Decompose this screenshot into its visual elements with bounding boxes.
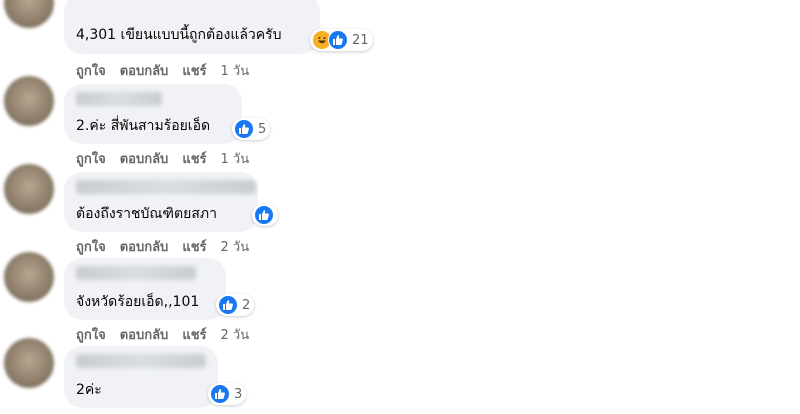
share-link[interactable]: แชร์	[182, 236, 206, 257]
reaction-summary[interactable]	[252, 204, 278, 226]
avatar[interactable]	[4, 164, 54, 214]
comment-actions: ถูกใจ ตอบกลับ แชร์ 2 วัน	[76, 236, 249, 257]
share-link[interactable]: แชร์	[182, 324, 206, 345]
timestamp[interactable]: 1 วัน	[221, 60, 250, 81]
reaction-count: 21	[352, 32, 369, 48]
comment-bubble: จังหวัดร้อยเอ็ด,,101	[64, 258, 226, 320]
avatar[interactable]	[4, 252, 54, 302]
reaction-summary[interactable]: 5	[232, 118, 271, 140]
like-icon	[234, 119, 254, 139]
comment-text: 4,301 เขียนแบบนี้ถูกต้องแล้วครับ	[76, 27, 282, 43]
author-name-blurred	[76, 354, 206, 368]
avatar[interactable]	[4, 338, 54, 388]
reply-link[interactable]: ตอบกลับ	[120, 60, 169, 81]
share-link[interactable]: แชร์	[182, 148, 206, 169]
comment-text: จังหวัดร้อยเอ็ด,,101	[76, 294, 200, 310]
like-icon	[210, 384, 230, 404]
comment-actions: ถูกใจ ตอบกลับ แชร์ 1 วัน	[76, 60, 249, 81]
reaction-summary[interactable]: 21	[310, 29, 373, 51]
comment-bubble: 4,301 เขียนแบบนี้ถูกต้องแล้วครับ	[64, 0, 320, 54]
comment-actions: ถูกใจ ตอบกลับ แชร์ 2 วัน	[76, 324, 249, 345]
like-link[interactable]: ถูกใจ	[76, 60, 106, 81]
like-link[interactable]: ถูกใจ	[76, 148, 106, 169]
like-icon	[328, 30, 348, 50]
comment-text: ต้องถึงราชบัณฑิตยสภา	[76, 206, 217, 222]
reply-link[interactable]: ตอบกลับ	[120, 236, 169, 257]
timestamp[interactable]: 2 วัน	[221, 236, 250, 257]
like-link[interactable]: ถูกใจ	[76, 236, 106, 257]
timestamp[interactable]: 1 วัน	[221, 148, 250, 169]
reply-link[interactable]: ตอบกลับ	[120, 324, 169, 345]
like-icon	[218, 295, 238, 315]
comment-text: 2.ค่ะ สี่พันสามร้อยเอ็ด	[76, 118, 211, 134]
like-link[interactable]: ถูกใจ	[76, 324, 106, 345]
timestamp[interactable]: 2 วัน	[221, 324, 250, 345]
reaction-count: 2	[242, 297, 251, 313]
reply-link[interactable]: ตอบกลับ	[120, 148, 169, 169]
reaction-summary[interactable]: 3	[208, 383, 247, 405]
comment-actions: ถูกใจ ตอบกลับ แชร์ 1 วัน	[76, 148, 249, 169]
comment-text: 2ค่ะ	[76, 382, 102, 398]
author-name-blurred	[76, 180, 256, 194]
avatar[interactable]	[4, 0, 54, 28]
share-link[interactable]: แชร์	[182, 60, 206, 81]
comment-bubble: 2.ค่ะ สี่พันสามร้อยเอ็ด	[64, 84, 242, 144]
reaction-count: 3	[234, 386, 243, 402]
reaction-count: 5	[258, 121, 267, 137]
author-name-blurred	[76, 266, 196, 280]
author-name-blurred	[76, 92, 162, 106]
comment-bubble: 2ค่ะ	[64, 346, 218, 408]
like-icon	[254, 205, 274, 225]
comment-bubble: ต้องถึงราชบัณฑิตยสภา	[64, 172, 258, 232]
reaction-summary[interactable]: 2	[216, 294, 255, 316]
avatar[interactable]	[4, 76, 54, 126]
